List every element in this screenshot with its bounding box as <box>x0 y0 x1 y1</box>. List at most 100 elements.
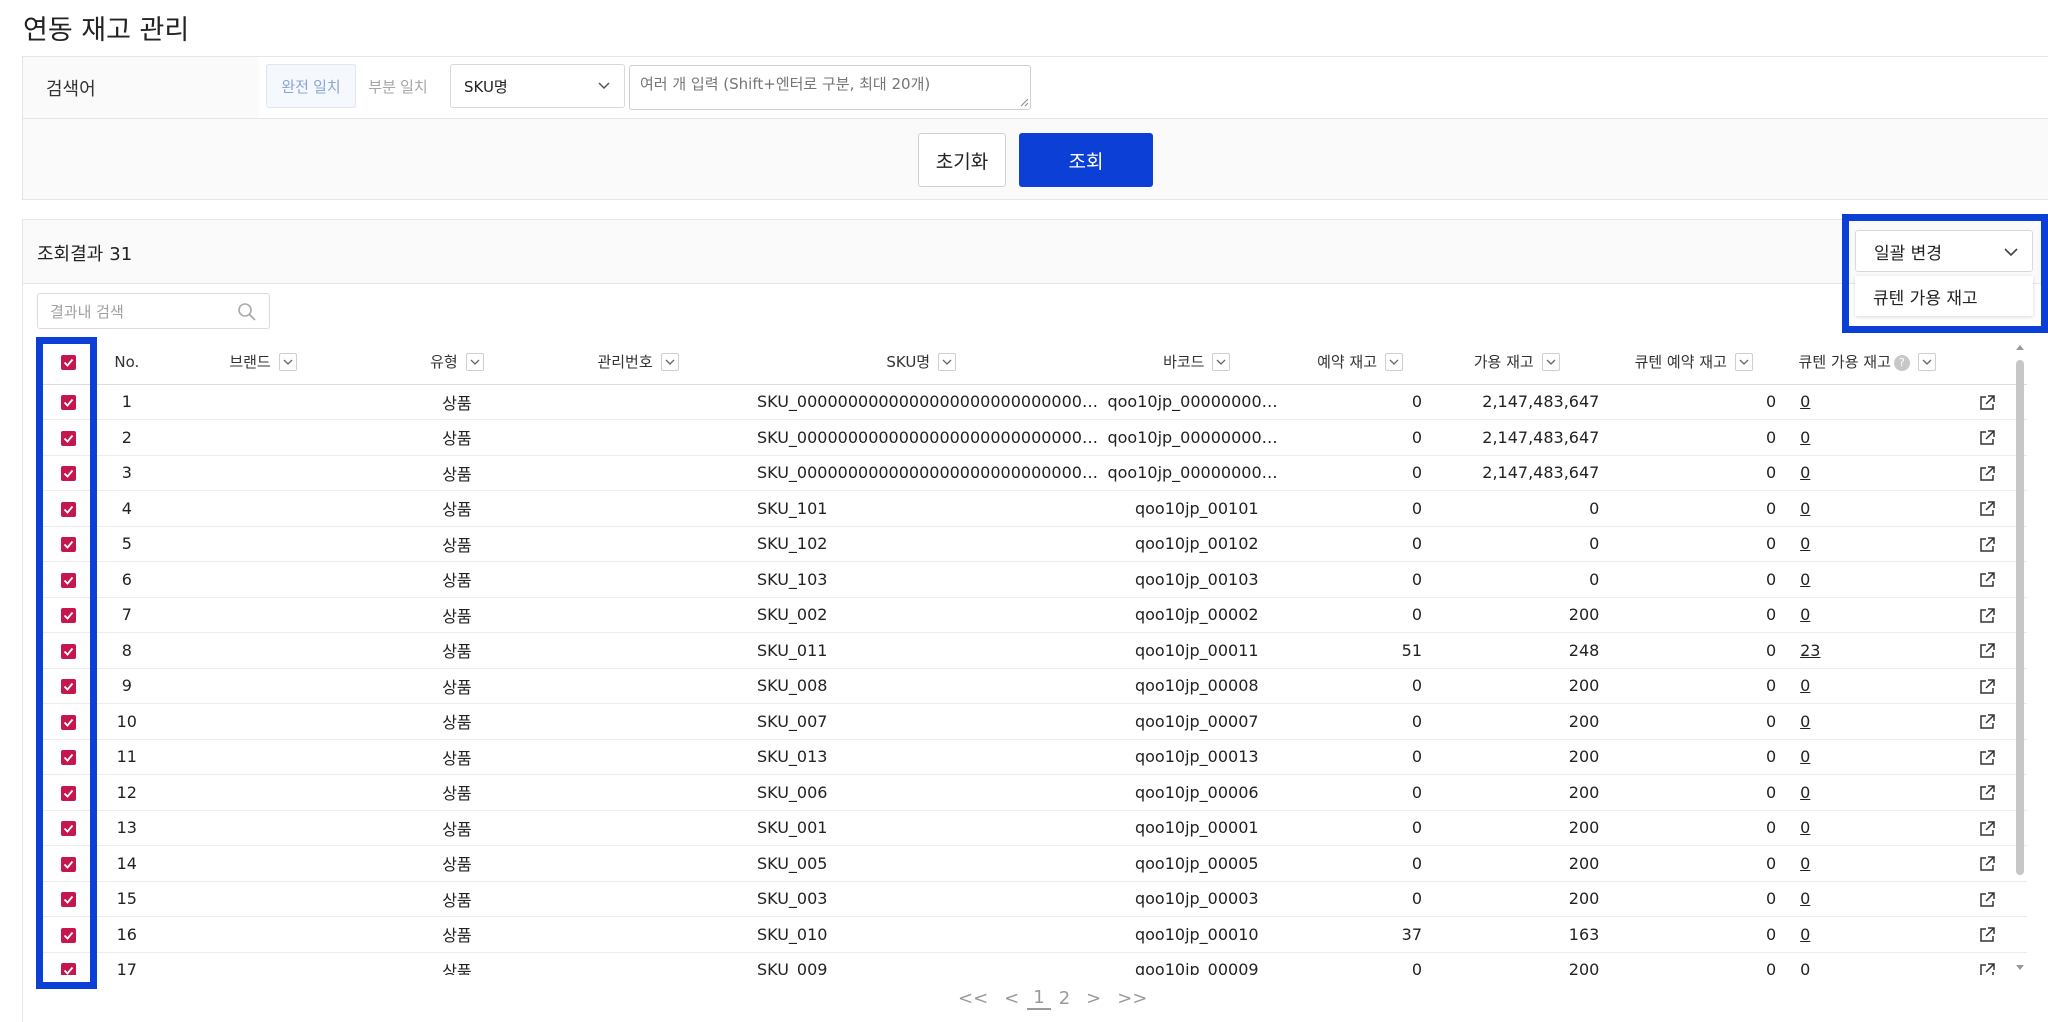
chevron-down-icon[interactable] <box>278 352 297 371</box>
cell-qten-available[interactable]: 0 <box>1788 597 1946 633</box>
qten-available-link[interactable]: 0 <box>1800 889 1810 908</box>
qten-available-link[interactable]: 0 <box>1800 818 1810 837</box>
resize-grip-icon[interactable] <box>1019 97 1029 107</box>
row-checkbox[interactable] <box>37 384 100 420</box>
query-button[interactable]: 조회 <box>1019 133 1153 187</box>
scroll-down-icon[interactable] <box>2015 962 2025 972</box>
row-checkbox[interactable] <box>37 775 100 811</box>
pagination-last[interactable]: >> <box>1109 988 1155 1009</box>
table-scrollbar[interactable] <box>2013 340 2027 975</box>
cell-qten-available[interactable]: 0 <box>1788 846 1946 882</box>
row-checkbox[interactable] <box>37 491 100 527</box>
external-link-icon[interactable] <box>1978 926 1996 944</box>
pagination-page-1[interactable]: 1 <box>1027 987 1051 1010</box>
qten-available-link[interactable]: 0 <box>1800 463 1810 482</box>
search-field-select[interactable]: SKU명 <box>450 64 625 108</box>
qten-available-link[interactable]: 0 <box>1800 676 1810 695</box>
row-checkbox[interactable] <box>37 562 100 598</box>
cell-qten-available[interactable]: 0 <box>1788 952 1946 975</box>
checkbox-checked-icon[interactable] <box>61 430 77 446</box>
row-checkbox[interactable] <box>37 597 100 633</box>
qten-available-link[interactable]: 0 <box>1800 605 1810 624</box>
row-checkbox[interactable] <box>37 668 100 704</box>
external-link-icon[interactable] <box>1978 784 1996 802</box>
external-link-icon[interactable] <box>1978 820 1996 838</box>
external-link-icon[interactable] <box>1978 891 1996 909</box>
qten-available-link[interactable]: 0 <box>1800 570 1810 589</box>
chevron-down-icon[interactable] <box>465 352 484 371</box>
qten-available-link[interactable]: 0 <box>1800 747 1810 766</box>
qten-available-link[interactable]: 0 <box>1800 534 1810 553</box>
checkbox-checked-icon[interactable] <box>61 785 77 801</box>
checkbox-checked-icon[interactable] <box>61 537 77 553</box>
external-link-icon[interactable] <box>1978 607 1996 625</box>
cell-qten-available[interactable]: 0 <box>1788 491 1946 527</box>
header-qten-reserved[interactable]: 큐텐 예약 재고 <box>1599 340 1788 384</box>
checkbox-checked-icon[interactable] <box>61 466 77 482</box>
scroll-up-icon[interactable] <box>2015 343 2025 353</box>
checkbox-checked-icon[interactable] <box>61 643 77 659</box>
qten-available-link[interactable]: 0 <box>1800 925 1810 944</box>
checkbox-checked-icon[interactable] <box>61 750 77 766</box>
external-link-icon[interactable] <box>1978 678 1996 696</box>
match-exact-toggle[interactable]: 완전 일치 <box>266 64 356 108</box>
checkbox-checked-icon[interactable] <box>61 927 77 943</box>
qten-available-link[interactable]: 0 <box>1800 499 1810 518</box>
row-checkbox[interactable] <box>37 633 100 669</box>
checkbox-checked-icon[interactable] <box>61 963 77 975</box>
bulk-change-option-qten-available[interactable]: 큐텐 가용 재고 <box>1855 276 2033 316</box>
row-checkbox[interactable] <box>37 846 100 882</box>
cell-qten-available[interactable]: 0 <box>1788 704 1946 740</box>
checkbox-checked-icon[interactable] <box>61 395 77 411</box>
external-link-icon[interactable] <box>1978 536 1996 554</box>
cell-qten-available[interactable]: 0 <box>1788 881 1946 917</box>
header-type[interactable]: 유형 <box>373 340 541 384</box>
checkbox-checked-icon[interactable] <box>61 856 77 872</box>
checkbox-checked-icon[interactable] <box>61 354 77 370</box>
cell-qten-available[interactable]: 0 <box>1788 562 1946 598</box>
checkbox-checked-icon[interactable] <box>61 714 77 730</box>
cell-qten-available[interactable]: 0 <box>1788 917 1946 953</box>
external-link-icon[interactable] <box>1978 571 1996 589</box>
chevron-down-icon[interactable] <box>1541 352 1560 371</box>
qten-available-link[interactable]: 0 <box>1800 392 1810 411</box>
external-link-icon[interactable] <box>1978 855 1996 873</box>
cell-qten-available[interactable]: 0 <box>1788 384 1946 420</box>
row-checkbox[interactable] <box>37 455 100 491</box>
header-sku[interactable]: SKU명 <box>735 340 1107 384</box>
header-select-all[interactable] <box>37 340 100 384</box>
external-link-icon[interactable] <box>1978 962 1996 975</box>
chevron-down-icon[interactable] <box>1212 352 1231 371</box>
pagination-page-2[interactable]: 2 <box>1051 988 1078 1009</box>
chevron-down-icon[interactable] <box>1385 352 1404 371</box>
header-reserved[interactable]: 예약 재고 <box>1286 340 1434 384</box>
search-icon[interactable] <box>237 302 257 322</box>
chevron-down-icon[interactable] <box>1917 352 1936 371</box>
external-link-icon[interactable] <box>1978 500 1996 518</box>
header-brand[interactable]: 브랜드 <box>153 340 372 384</box>
external-link-icon[interactable] <box>1978 429 1996 447</box>
cell-qten-available[interactable]: 0 <box>1788 668 1946 704</box>
row-checkbox[interactable] <box>37 739 100 775</box>
chevron-down-icon[interactable] <box>660 352 679 371</box>
cell-qten-available[interactable]: 0 <box>1788 420 1946 456</box>
row-checkbox[interactable] <box>37 810 100 846</box>
row-checkbox[interactable] <box>37 704 100 740</box>
reset-button[interactable]: 초기화 <box>918 133 1006 187</box>
help-icon[interactable]: ? <box>1893 354 1910 371</box>
row-checkbox[interactable] <box>37 420 100 456</box>
checkbox-checked-icon[interactable] <box>61 679 77 695</box>
row-checkbox[interactable] <box>37 526 100 562</box>
checkbox-checked-icon[interactable] <box>61 572 77 588</box>
qten-available-link[interactable]: 0 <box>1800 712 1810 731</box>
checkbox-checked-icon[interactable] <box>61 608 77 624</box>
chevron-down-icon[interactable] <box>1734 352 1753 371</box>
qten-available-link[interactable]: 23 <box>1800 641 1820 660</box>
cell-qten-available[interactable]: 0 <box>1788 739 1946 775</box>
external-link-icon[interactable] <box>1978 749 1996 767</box>
chevron-down-icon[interactable] <box>938 352 957 371</box>
qten-available-link[interactable]: 0 <box>1800 783 1810 802</box>
cell-qten-available[interactable]: 0 <box>1788 775 1946 811</box>
cell-qten-available[interactable]: 0 <box>1788 526 1946 562</box>
header-mgmt-no[interactable]: 관리번호 <box>541 340 735 384</box>
